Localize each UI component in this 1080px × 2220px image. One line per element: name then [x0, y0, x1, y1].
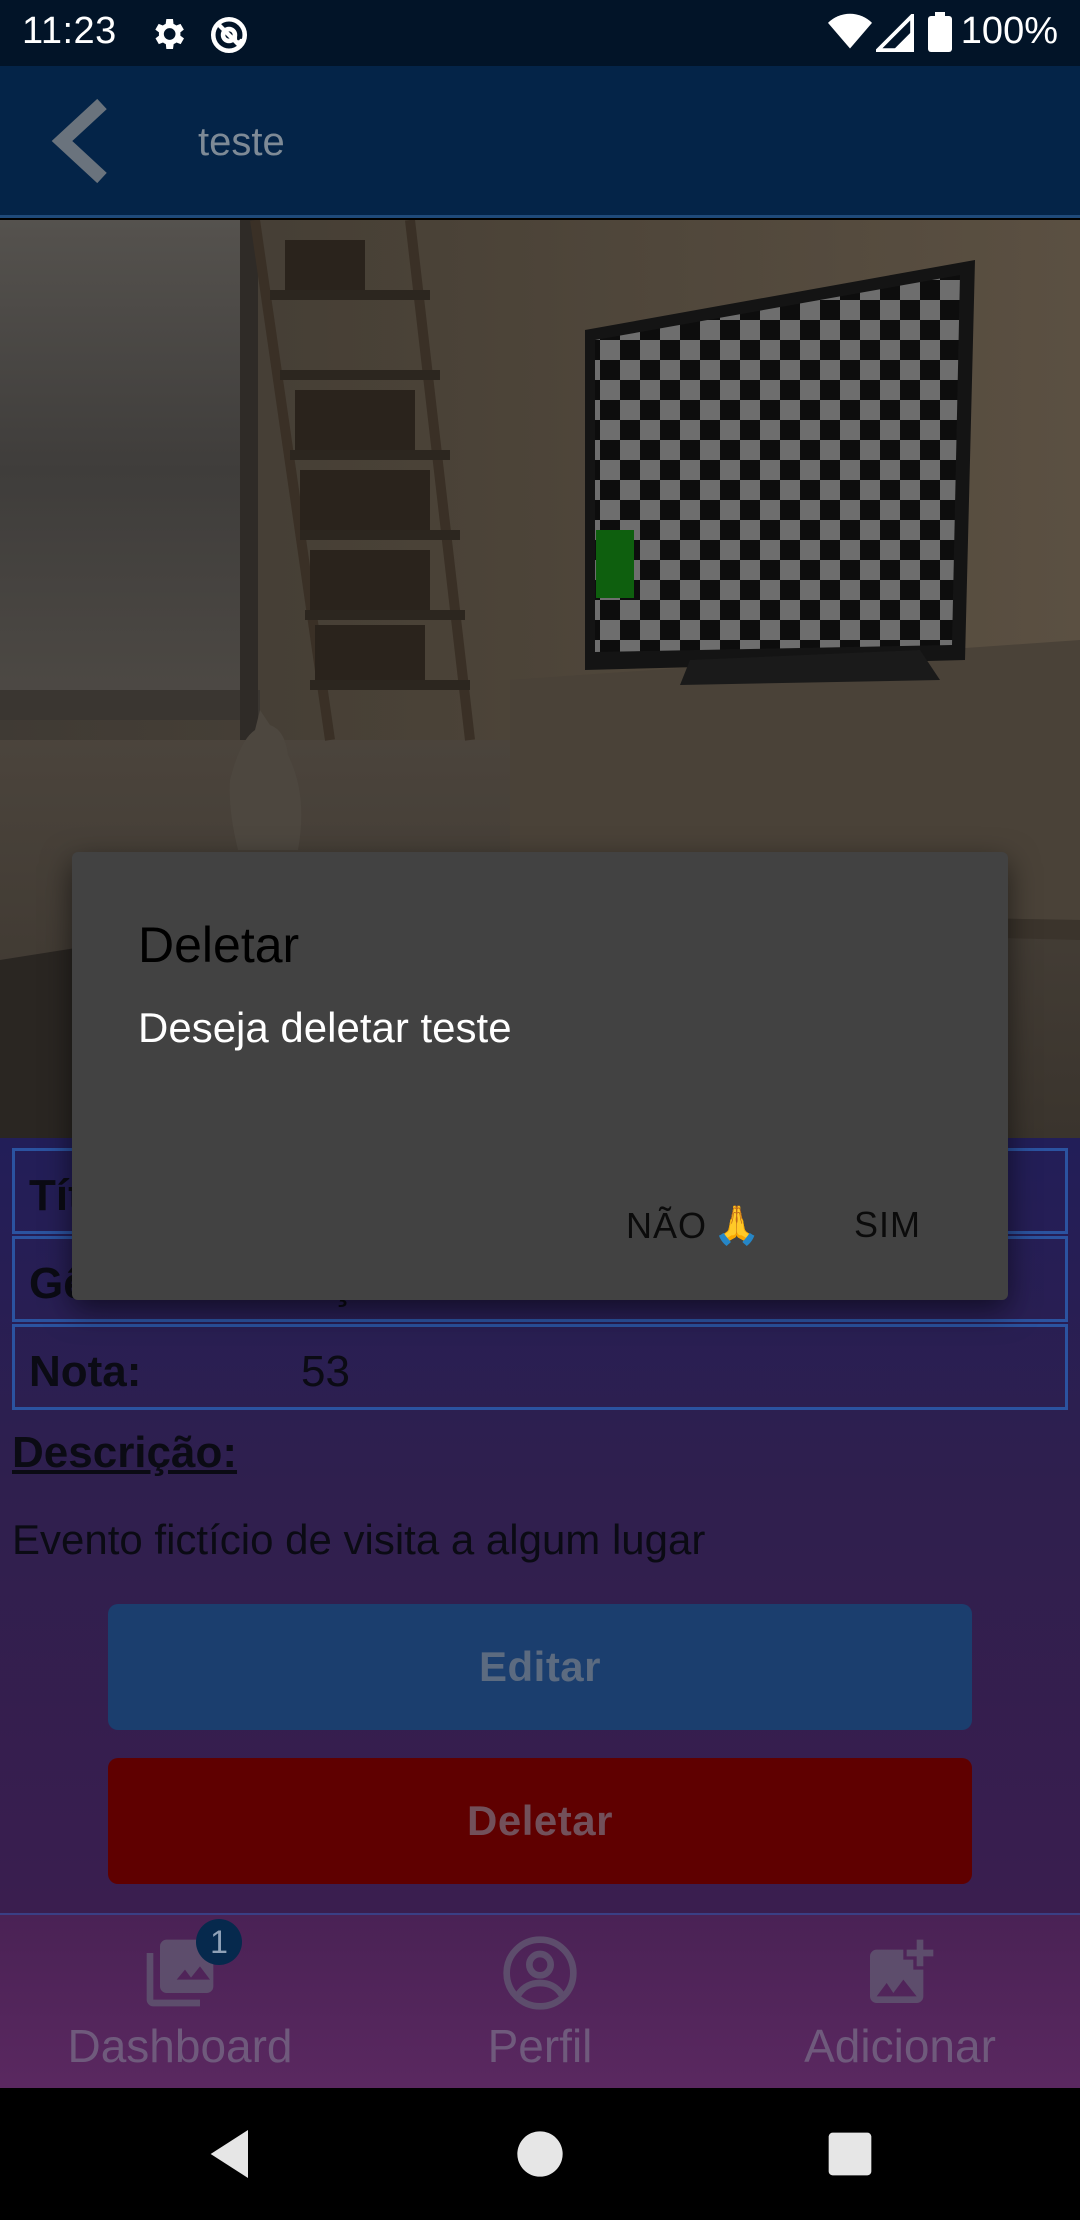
praying-hands-icon: 🙏	[713, 1205, 762, 1247]
dialog-yes-button[interactable]: SIM	[840, 1192, 935, 1258]
dialog-no-label: NÃO	[626, 1205, 708, 1246]
dialog-no-button[interactable]: NÃO 🙏	[612, 1192, 775, 1260]
delete-confirm-dialog: Deletar Deseja deletar teste NÃO 🙏 SIM	[72, 852, 1008, 1300]
square-recents-icon	[828, 2132, 872, 2176]
system-back-button[interactable]	[200, 2122, 264, 2186]
triangle-back-icon	[210, 2130, 248, 2178]
system-recents-button[interactable]	[818, 2122, 882, 2186]
system-navigation-bar	[0, 2088, 1080, 2220]
screen: 11:23 100% teste Nota: 53 Descrição: Eve…	[0, 0, 1080, 2220]
dialog-message: Deseja deletar teste	[138, 1004, 512, 1051]
circle-home-icon	[517, 2131, 563, 2177]
dialog-title: Deletar	[138, 917, 300, 973]
system-home-button[interactable]	[508, 2122, 572, 2186]
